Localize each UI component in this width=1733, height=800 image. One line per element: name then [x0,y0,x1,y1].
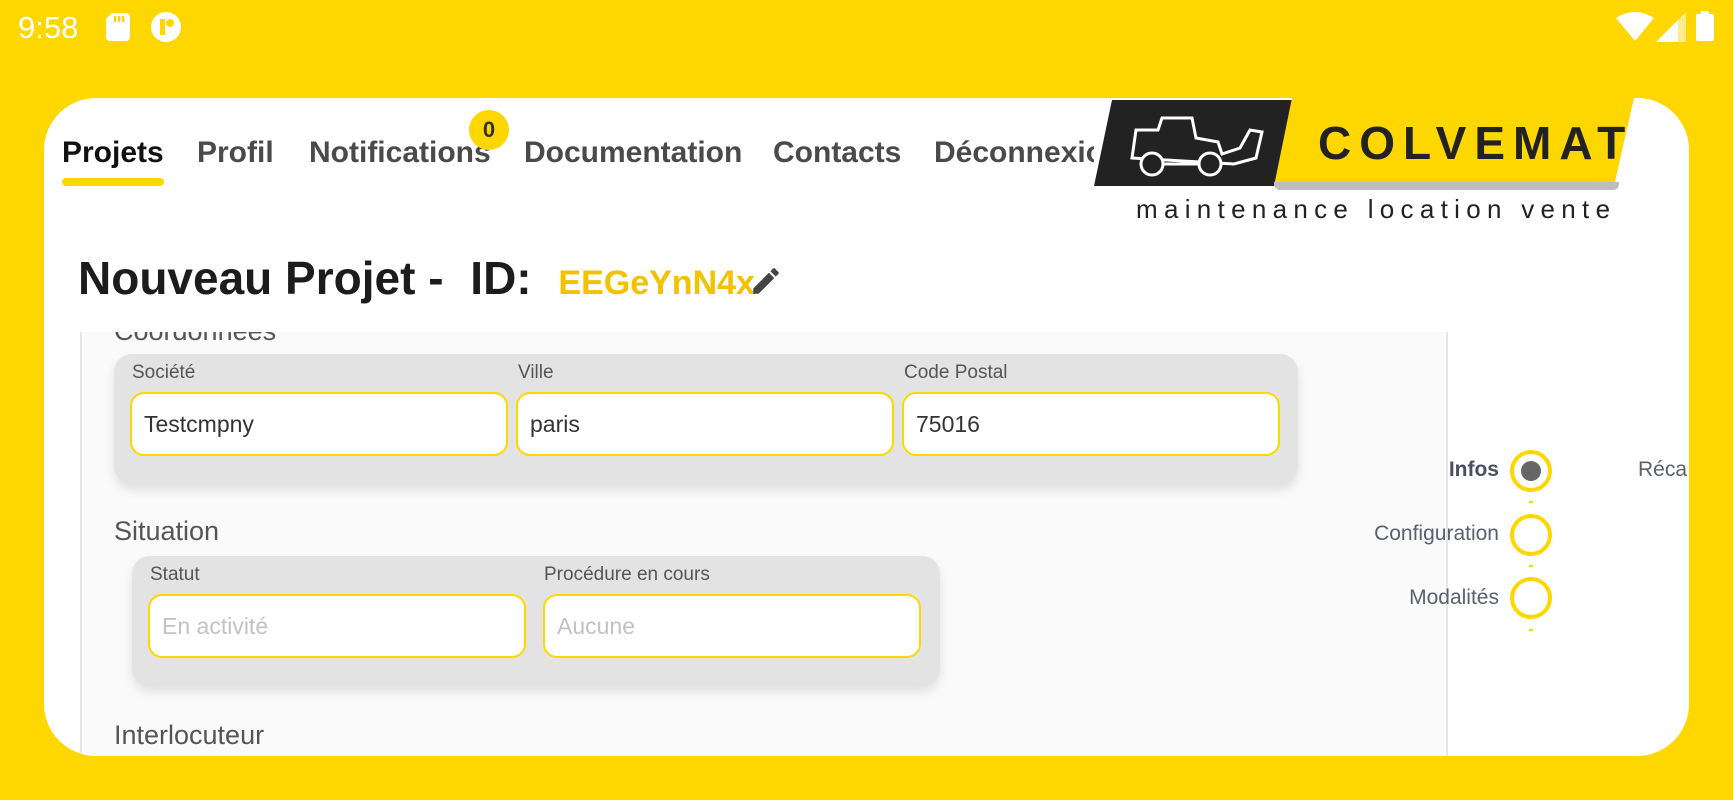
code-postal-input[interactable] [902,392,1280,456]
tab-projets[interactable]: Projets [62,136,164,186]
step-label-configuration[interactable]: Configuration [1374,522,1499,546]
status-bar: 9:58 [0,0,1733,52]
step-connector [1529,629,1533,631]
app-notification-icon [151,12,181,42]
field-label-procedure: Procédure en cours [544,564,710,585]
step-configuration-circle[interactable] [1510,514,1552,556]
logo-shadow [1274,182,1619,190]
tab-label: Projets [62,136,164,169]
field-label-code-postal: Code Postal [904,362,1008,383]
tab-label: Notifications [309,136,491,169]
main-card: Projets Profil Notifications 0 Documenta… [44,98,1689,756]
step-connector [1529,565,1533,567]
page-title-text: Nouveau Projet - [78,252,444,304]
project-id-value: EEGeYnN4x [558,264,755,302]
tab-profil[interactable]: Profil [197,136,274,170]
battery-icon [1696,11,1714,41]
step-infos-circle[interactable] [1510,450,1552,492]
form-panel[interactable]: Coordonnées Société Ville Code Postal Si… [80,332,1448,756]
step-label-modalites[interactable]: Modalités [1409,586,1499,610]
edit-pencil-icon[interactable] [749,264,783,298]
field-label-statut: Statut [150,564,200,585]
situation-group: Statut Procédure en cours [132,556,940,686]
active-step-dot [1521,461,1541,481]
field-label-societe: Société [132,362,196,383]
step-label-recap[interactable]: Réca [1638,458,1687,482]
statut-input[interactable] [148,594,526,658]
cell-signal-icon [1656,12,1686,42]
societe-input[interactable] [130,392,508,456]
tab-notifications[interactable]: Notifications [309,136,491,170]
colvemat-logo: COLVEMAT maintenance location vente [1094,98,1689,228]
tab-label: Documentation [524,136,743,169]
step-modalites-circle[interactable] [1510,577,1552,619]
step-label-infos[interactable]: Infos [1449,458,1499,482]
logo-brand-text: COLVEMAT [1318,117,1634,169]
section-title-situation: Situation [114,516,220,546]
logo-tagline: maintenance location vente [1136,194,1617,224]
tab-documentation[interactable]: Documentation [524,136,742,170]
tab-contacts[interactable]: Contacts [773,136,901,170]
tab-label: Profil [197,136,274,169]
status-time: 9:58 [18,10,79,45]
step-connector [1529,501,1533,503]
id-label: ID: [470,252,532,304]
coordonnees-group: Société Ville Code Postal [114,354,1298,484]
active-tab-indicator [62,178,164,186]
loader-truck-icon [1130,116,1264,177]
wifi-icon [1616,12,1654,41]
procedure-input[interactable] [543,594,921,658]
sd-card-icon [106,13,130,41]
section-title-coordonnees: Coordonnées [114,332,276,347]
tab-label: Contacts [773,136,902,169]
field-label-ville: Ville [518,362,554,383]
notification-count-badge: 0 [469,110,509,150]
section-title-interlocuteur: Interlocuteur [114,720,265,750]
page-title: Nouveau Projet - ID: EEGeYnN4x [78,248,755,308]
ville-input[interactable] [516,392,894,456]
